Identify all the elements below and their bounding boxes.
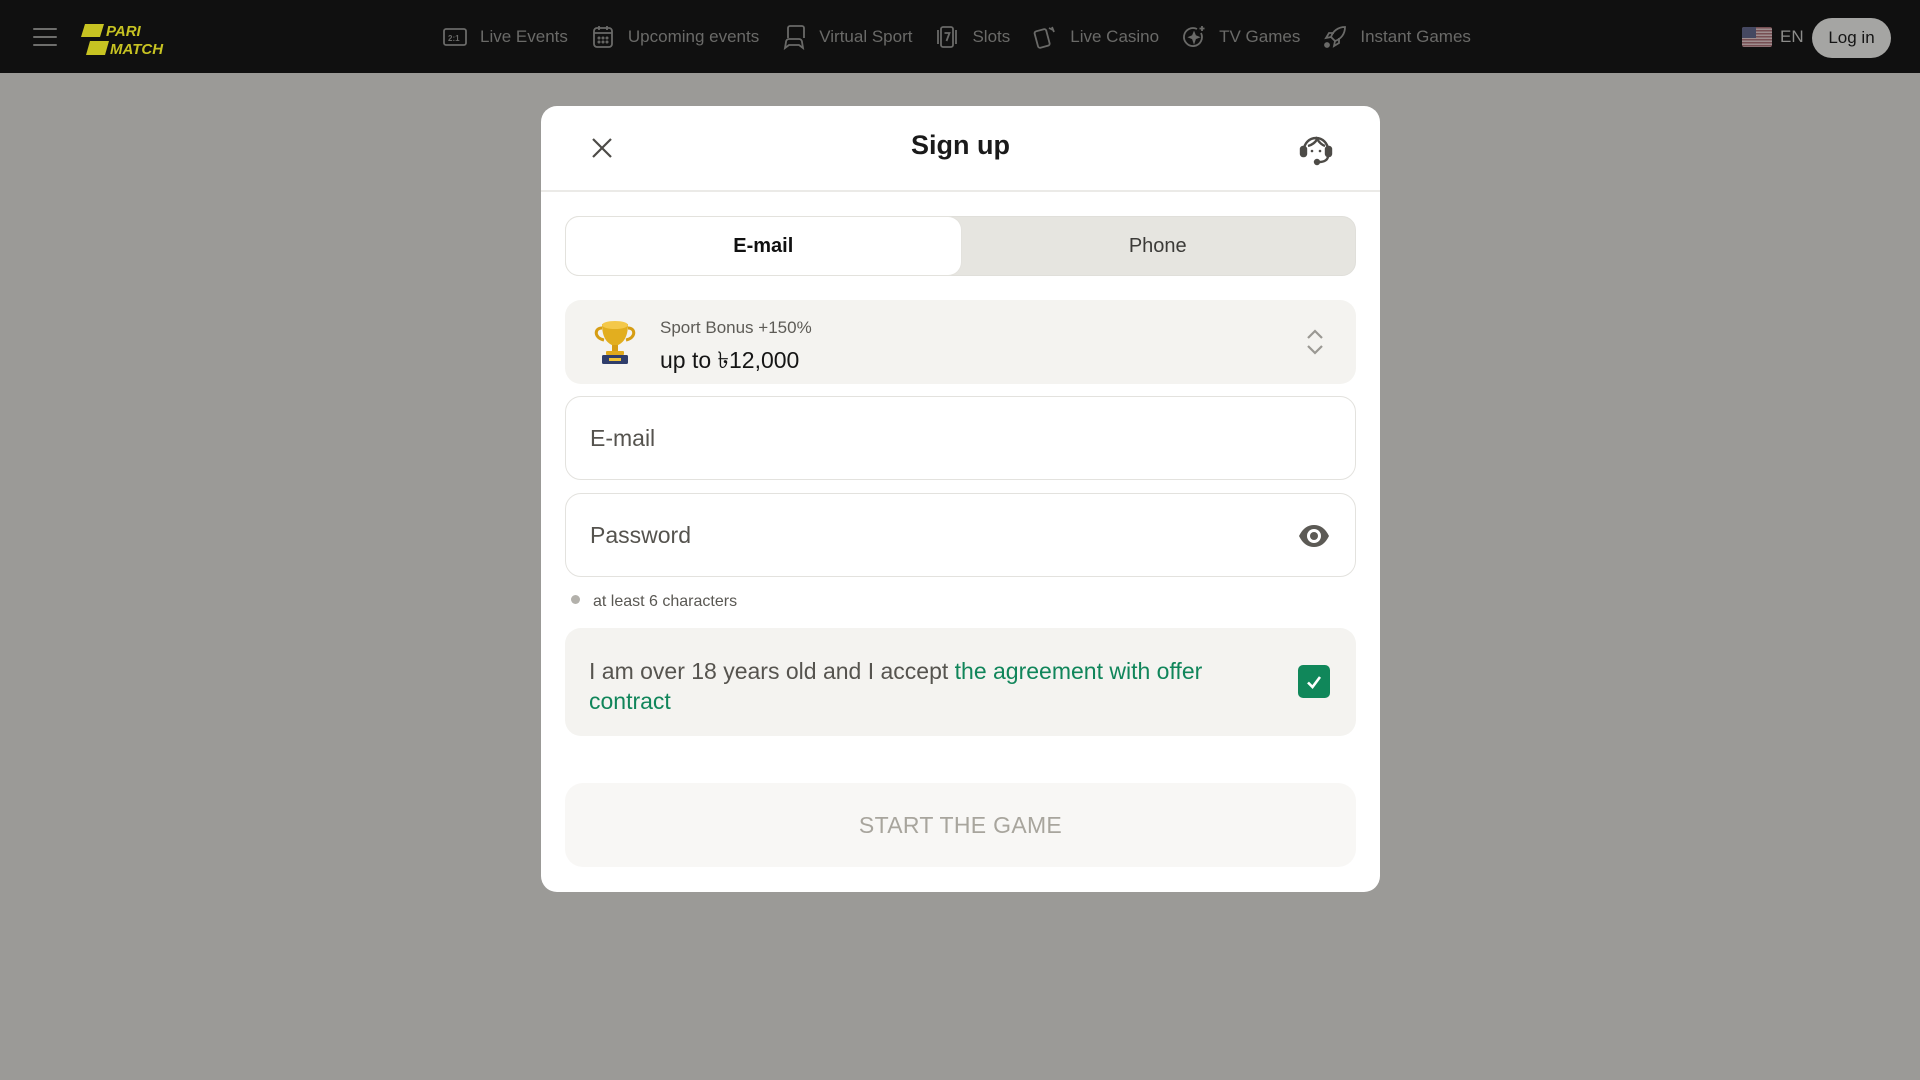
- nav-live-casino[interactable]: Live Casino: [1032, 24, 1159, 50]
- email-field-wrapper: [565, 396, 1356, 480]
- slot-seven-icon: [937, 25, 958, 48]
- password-requirement: at least 6 characters: [571, 593, 737, 611]
- svg-text:PARI: PARI: [106, 23, 142, 40]
- sparkle-circle-icon: [1183, 25, 1205, 47]
- nav-virtual-sport[interactable]: Virtual Sport: [781, 24, 912, 50]
- modal-header: Sign up: [541, 106, 1380, 192]
- svg-text:2:1: 2:1: [448, 34, 460, 43]
- show-password-eye-icon[interactable]: [1297, 521, 1331, 551]
- chevron-up-down-icon: [1307, 329, 1323, 355]
- nav-label: Live Casino: [1070, 26, 1160, 46]
- nav-label: Virtual Sport: [819, 26, 913, 46]
- tab-email[interactable]: E-mail: [566, 217, 961, 275]
- password-hint-text: at least 6 characters: [593, 593, 738, 610]
- modal-title: Sign up: [911, 130, 1010, 160]
- gamepad-screen-icon: [783, 24, 806, 50]
- password-input[interactable]: [566, 494, 1355, 576]
- tab-phone[interactable]: Phone: [961, 217, 1356, 275]
- password-field-wrapper: [565, 493, 1356, 577]
- nav-upcoming-events[interactable]: Upcoming events: [590, 24, 759, 50]
- main-nav: 2:1 Live Events Upcoming events Virtual …: [442, 0, 1493, 73]
- us-flag-icon: [1742, 27, 1772, 47]
- nav-live-events[interactable]: 2:1 Live Events: [442, 24, 568, 50]
- language-selector[interactable]: EN: [1742, 27, 1804, 47]
- nav-instant-games[interactable]: Instant Games: [1322, 24, 1471, 50]
- nav-label: Instant Games: [1360, 26, 1471, 46]
- parimatch-logo[interactable]: PARI MATCH: [80, 22, 182, 58]
- requirement-dot-icon: [571, 594, 580, 604]
- headset-support-icon: [1299, 136, 1333, 166]
- agreement-box: I am over 18 years old and I accept the …: [565, 628, 1356, 736]
- checkmark-icon: [1307, 675, 1322, 689]
- nav-label: TV Games: [1219, 26, 1301, 46]
- bonus-selector[interactable]: Sport Bonus +150% up to ৳12,000: [565, 300, 1356, 384]
- language-label: EN: [1780, 27, 1804, 46]
- nav-tv-games[interactable]: TV Games: [1181, 24, 1300, 50]
- agreement-prefix: I am over 18 years old and I accept: [589, 658, 955, 684]
- rocket-icon: [1324, 25, 1347, 48]
- nav-label: Live Events: [480, 26, 568, 46]
- hamburger-menu-icon[interactable]: [33, 28, 57, 46]
- email-input[interactable]: [566, 397, 1355, 479]
- trophy-icon: [594, 321, 636, 364]
- login-button[interactable]: Log in: [1812, 18, 1891, 58]
- nav-label: Slots: [972, 26, 1011, 46]
- scoreboard-icon: 2:1: [443, 27, 467, 46]
- svg-text:MATCH: MATCH: [110, 41, 164, 58]
- agreement-text: I am over 18 years old and I accept the …: [589, 656, 1269, 716]
- support-button[interactable]: [1296, 128, 1336, 168]
- top-navigation-bar: PARI MATCH 2:1 Live Events Upcoming even…: [0, 0, 1920, 73]
- nav-label: Upcoming events: [627, 26, 760, 46]
- calendar-icon: [592, 25, 613, 48]
- start-the-game-button[interactable]: START THE GAME: [565, 783, 1356, 867]
- agreement-checkbox[interactable]: [1298, 665, 1330, 698]
- nav-slots[interactable]: Slots: [934, 24, 1010, 50]
- bonus-amount: up to ৳12,000: [660, 347, 800, 373]
- playing-cards-icon: [1033, 26, 1056, 49]
- bonus-subtitle: Sport Bonus +150%: [660, 318, 812, 337]
- signup-modal: Sign up E-mail Phone Sport Bonus +150% u…: [541, 106, 1380, 892]
- signup-method-tabs: E-mail Phone: [565, 216, 1356, 276]
